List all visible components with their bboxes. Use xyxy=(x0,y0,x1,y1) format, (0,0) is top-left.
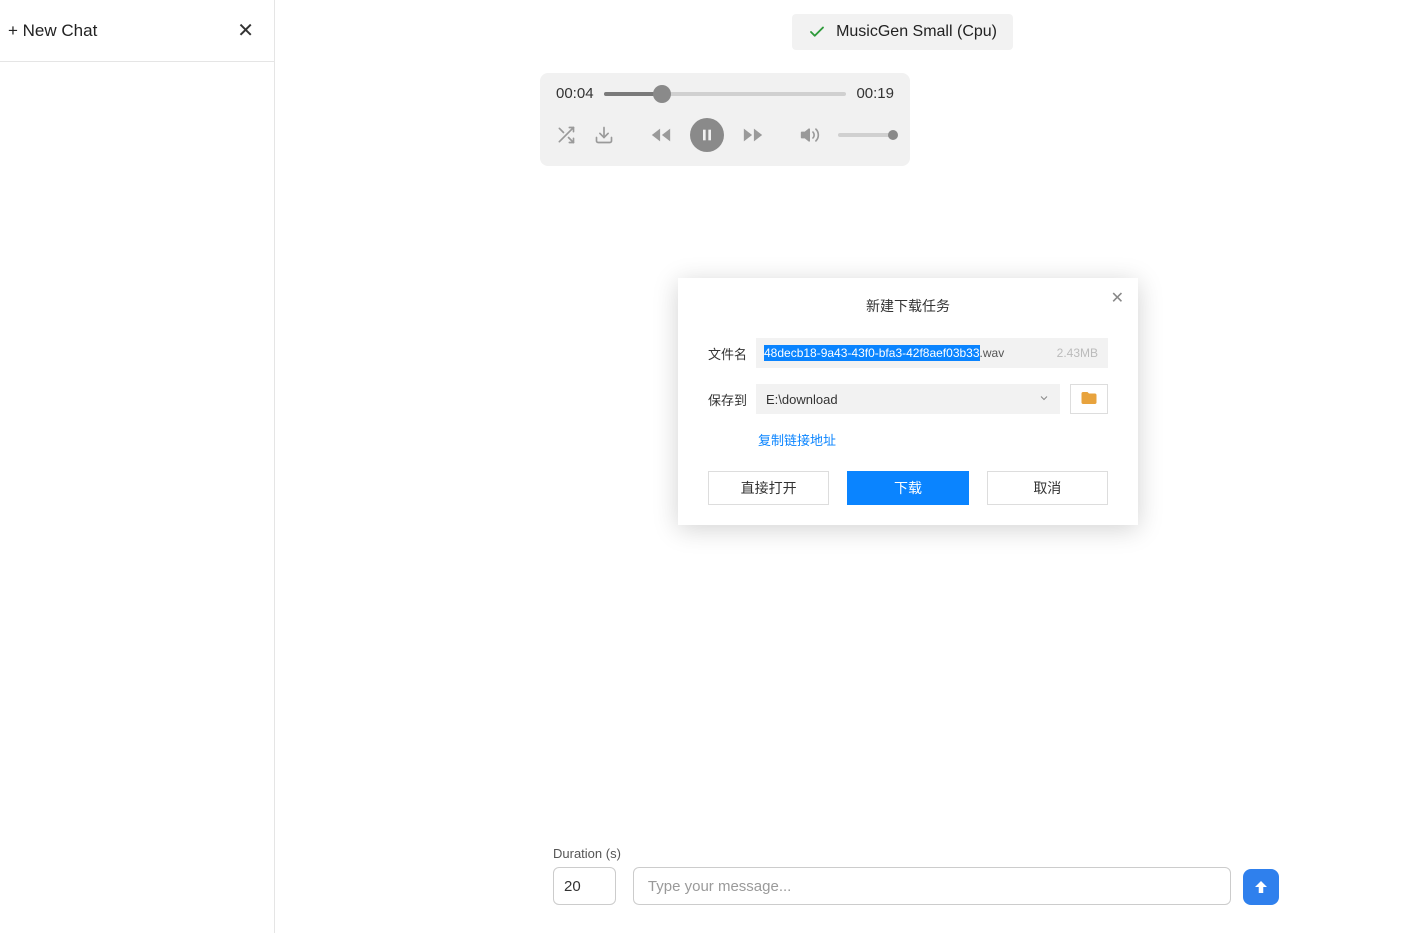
sidebar: + New Chat ✕ xyxy=(0,0,275,933)
download-dialog: 新建下载任务 ✕ 文件名 48decb18-9a43-43f0-bfa3-42f… xyxy=(678,278,1138,525)
file-size: 2.43MB xyxy=(1057,346,1098,360)
volume-slider[interactable] xyxy=(838,133,894,137)
progress-slider[interactable] xyxy=(604,92,847,96)
player-controls-row xyxy=(556,118,894,152)
fast-forward-icon[interactable] xyxy=(742,124,764,146)
saveto-label: 保存到 xyxy=(708,390,756,409)
current-time: 00:04 xyxy=(556,85,594,102)
volume-icon[interactable] xyxy=(800,125,820,145)
model-badge-label: MusicGen Small (Cpu) xyxy=(836,23,997,41)
dialog-close-icon[interactable]: ✕ xyxy=(1111,288,1124,308)
footer-input-bar: Duration (s) xyxy=(553,846,1279,905)
player-progress-row: 00:04 00:19 xyxy=(556,85,894,102)
pause-button[interactable] xyxy=(690,118,724,152)
download-icon[interactable] xyxy=(594,125,614,145)
main-area: MusicGen Small (Cpu) 00:04 00:19 xyxy=(275,0,1428,933)
audio-player: 00:04 00:19 xyxy=(540,73,910,166)
filename-label: 文件名 xyxy=(708,344,756,363)
duration-block: Duration (s) xyxy=(553,846,621,905)
close-icon[interactable]: ✕ xyxy=(229,14,262,47)
browse-folder-button[interactable] xyxy=(1070,384,1108,414)
save-path-select[interactable]: E:\download xyxy=(756,384,1060,414)
open-directly-button[interactable]: 直接打开 xyxy=(708,471,829,505)
model-badge[interactable]: MusicGen Small (Cpu) xyxy=(792,14,1013,50)
filename-selected-text: 48decb18-9a43-43f0-bfa3-42f8aef03b33 xyxy=(764,345,980,361)
volume-thumb[interactable] xyxy=(888,130,898,140)
chevron-down-icon xyxy=(1038,392,1050,407)
duration-input[interactable] xyxy=(553,867,616,905)
save-path-value: E:\download xyxy=(766,392,838,407)
total-time: 00:19 xyxy=(856,85,894,102)
filename-row: 文件名 48decb18-9a43-43f0-bfa3-42f8aef03b33… xyxy=(678,338,1138,368)
shuffle-icon[interactable] xyxy=(556,125,576,145)
sidebar-header: + New Chat ✕ xyxy=(0,0,274,62)
new-chat-button[interactable]: + New Chat xyxy=(4,21,97,41)
copy-link-row: 复制链接地址 xyxy=(678,430,1138,449)
filename-extension: .wav xyxy=(980,346,1005,360)
check-icon xyxy=(808,23,826,41)
cancel-button[interactable]: 取消 xyxy=(987,471,1108,505)
copy-link-button[interactable]: 复制链接地址 xyxy=(758,433,836,448)
filename-input[interactable]: 48decb18-9a43-43f0-bfa3-42f8aef03b33.wav… xyxy=(756,338,1108,368)
dialog-title-text: 新建下载任务 xyxy=(866,298,950,314)
saveto-row: 保存到 E:\download xyxy=(678,384,1138,414)
folder-icon xyxy=(1080,389,1098,410)
dialog-title: 新建下载任务 ✕ xyxy=(678,278,1138,338)
duration-label: Duration (s) xyxy=(553,846,621,861)
rewind-icon[interactable] xyxy=(650,124,672,146)
dialog-buttons: 直接打开 下载 取消 xyxy=(678,471,1138,505)
progress-thumb[interactable] xyxy=(653,85,671,103)
arrow-up-icon xyxy=(1252,878,1270,896)
download-button[interactable]: 下载 xyxy=(847,471,968,505)
send-button[interactable] xyxy=(1243,869,1279,905)
message-input[interactable] xyxy=(633,867,1231,905)
